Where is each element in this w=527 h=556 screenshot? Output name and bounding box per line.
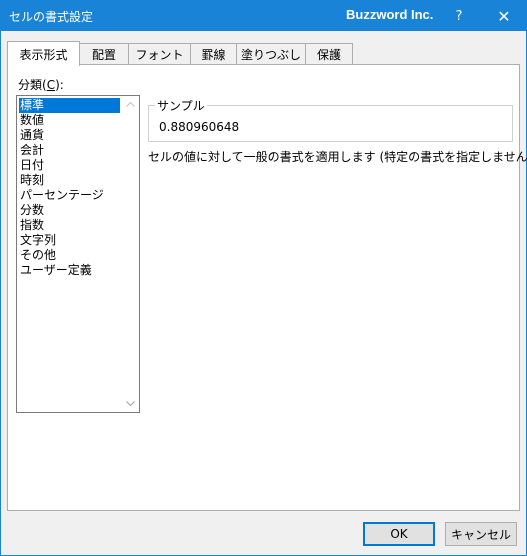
tab-alignment[interactable]: 配置 [79, 43, 129, 65]
window-title: セルの書式設定 [9, 10, 94, 24]
title-bar[interactable]: セルの書式設定 Buzzword Inc. ? ✕ [1, 1, 526, 31]
tab-border[interactable]: 罫線 [190, 43, 237, 65]
cancel-button[interactable]: キャンセル [445, 522, 517, 546]
question-mark-icon: ? [455, 8, 463, 24]
format-description: セルの値に対して一般の書式を適用します (特定の書式を指定しません)。 [148, 150, 527, 164]
list-item[interactable]: パーセンテージ [19, 188, 120, 203]
list-item[interactable]: 通貨 [19, 128, 120, 143]
tab-panel-number: 分類(C): 標準 数値 通貨 会計 日付 時刻 パーセンテージ 分数 指数 文… [7, 64, 527, 511]
sample-legend: サンプル [155, 97, 207, 114]
tab-protection[interactable]: 保護 [305, 43, 353, 65]
close-icon: ✕ [497, 6, 511, 26]
chevron-up-icon[interactable] [122, 96, 139, 113]
list-item[interactable]: 会計 [19, 143, 120, 158]
ok-button[interactable]: OK [363, 522, 435, 546]
list-item[interactable]: 時刻 [19, 173, 120, 188]
list-item[interactable]: 標準 [19, 98, 120, 113]
help-button[interactable]: ? [437, 1, 481, 31]
format-cells-dialog: セルの書式設定 Buzzword Inc. ? ✕ 表示形式 配置 フォント 罫… [0, 0, 527, 556]
list-item[interactable]: 指数 [19, 218, 120, 233]
brand-label: Buzzword Inc. [346, 7, 434, 22]
sample-value: 0.880960648 [159, 120, 240, 134]
category-listbox[interactable]: 標準 数値 通貨 会計 日付 時刻 パーセンテージ 分数 指数 文字列 その他 … [16, 95, 140, 413]
tab-font[interactable]: フォント [128, 43, 191, 65]
tab-number[interactable]: 表示形式 [7, 41, 80, 66]
list-item[interactable]: 数値 [19, 113, 120, 128]
chevron-down-icon[interactable] [122, 395, 139, 412]
close-button[interactable]: ✕ [482, 1, 526, 31]
list-item[interactable]: 文字列 [19, 233, 120, 248]
list-item[interactable]: その他 [19, 248, 120, 263]
tab-fill[interactable]: 塗りつぶし [236, 43, 306, 65]
sample-group: サンプル 0.880960648 [148, 97, 513, 142]
list-item[interactable]: 分数 [19, 203, 120, 218]
category-scrollbar[interactable] [122, 96, 139, 412]
list-item[interactable]: ユーザー定義 [19, 263, 120, 278]
list-item[interactable]: 日付 [19, 158, 120, 173]
category-label: 分類(C): [18, 78, 64, 92]
